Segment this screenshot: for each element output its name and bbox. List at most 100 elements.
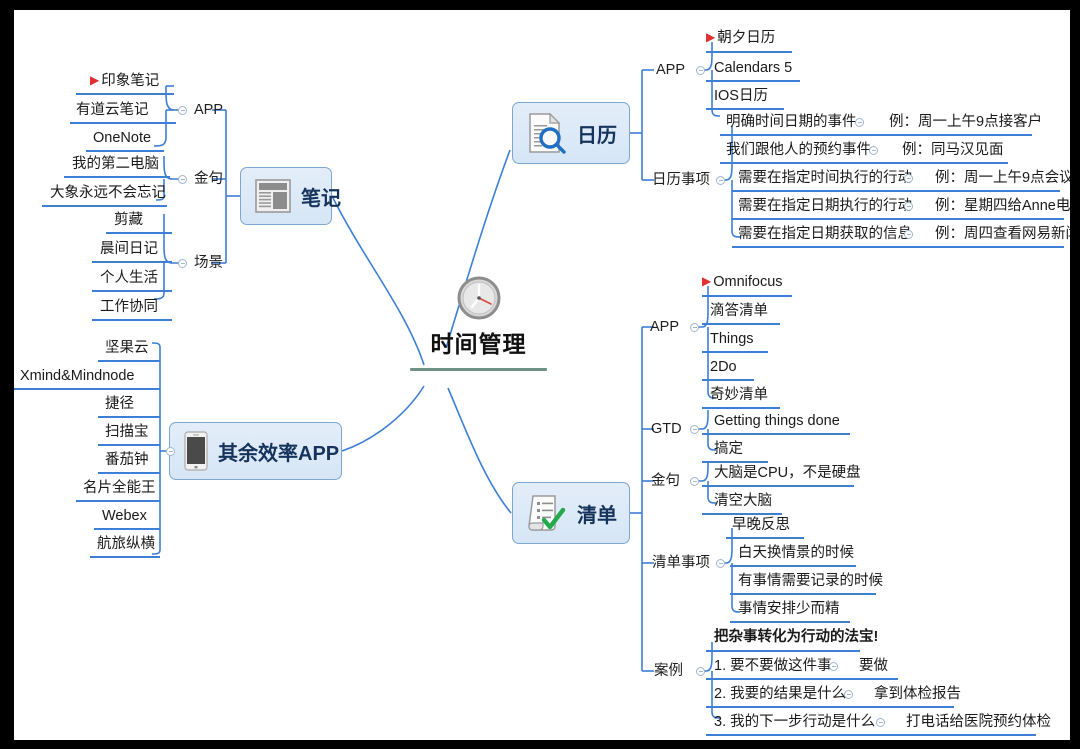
checklist-icon [528,495,566,531]
group-notes-scene: 场景 [194,255,223,271]
leaf-case-3: 3. 我的下一步行动是什么 [714,714,876,730]
toggle-case-1[interactable] [829,662,838,671]
note-layout-icon [255,179,291,213]
underline [702,379,754,381]
underline [106,232,172,234]
underline [720,134,1032,136]
leaf-cal-item-1: 明确时间日期的事件 [726,114,857,130]
toggle-notes-scene[interactable] [178,259,187,268]
underline [706,706,954,708]
underline [14,388,160,390]
toggle-list-cases[interactable] [696,667,705,676]
leaf-cal-item-4: 需要在指定日期执行的行动 [738,198,912,214]
underline [702,407,780,409]
toggle-other-apps[interactable] [166,447,175,456]
underline [702,295,792,297]
group-calendar-items: 日历事项 [652,172,710,188]
toggle-calendar-items[interactable] [716,176,725,185]
underline [86,150,164,152]
leaf-brain-cpu: 大脑是CPU，不是硬盘 [714,465,861,481]
toggle-notes-jinju[interactable] [178,175,187,184]
leaf-omnifocus: ▶ Omnifocus [702,274,783,290]
toggle-list-gtd[interactable] [690,425,699,434]
leaf-elephant: 大象永远不会忘记 [50,185,166,201]
toggle-cal-item-1[interactable] [855,118,864,127]
topic-list[interactable]: 清单 [512,482,630,544]
underline [98,472,160,474]
underline [42,205,167,207]
phone-icon [184,431,208,471]
toggle-case-3[interactable] [876,718,885,727]
detail-case-1: 要做 [859,658,888,674]
underline [76,93,174,95]
underline [732,246,1064,248]
leaf-morning-diary: 晨间日记 [100,241,158,257]
detail-cal-item-5: 例：周四查看网易新闻 [935,226,1070,242]
screenshot-frame: 时间管理 笔记 其余效率APP 日历 清单 APP ▶ 印象笔记 有道云笔记 O… [0,0,1080,749]
leaf-cal-item-3: 需要在指定时间执行的行动 [738,170,912,186]
leaf-record-needed: 有事情需要记录的时候 [738,573,883,589]
leaf-2do: 2Do [710,359,737,375]
central-topic[interactable]: 时间管理 [410,275,547,371]
detail-cal-item-4: 例：星期四给Anne电话 [935,198,1070,214]
underline [702,513,782,515]
leaf-onenote: OneNote [93,130,152,146]
toggle-list-jinju[interactable] [690,477,699,486]
underline [702,461,768,463]
underline [76,500,160,502]
toggle-list-app[interactable] [690,323,699,332]
leaf-xmind: Xmind&Mindnode [20,368,135,384]
topic-calendar-label: 日历 [577,124,617,147]
underline [732,190,1060,192]
leaf-case-2: 2. 我要的结果是什么 [714,686,847,702]
topic-calendar[interactable]: 日历 [512,102,630,164]
leaf-calendars5: Calendars 5 [714,60,793,76]
underline [730,565,856,567]
group-list-gtd: GTD [651,421,682,437]
underline [720,162,1008,164]
leaf-youdao: 有道云笔记 [76,102,149,118]
topic-other-apps[interactable]: 其余效率APP [169,422,342,480]
leaf-case-1: 1. 要不要做这件事 [714,658,832,674]
leaf-dida: 滴答清单 [710,303,768,319]
underline [92,319,172,321]
topic-notes[interactable]: 笔记 [240,167,341,225]
clock-icon [457,276,500,320]
underline [702,485,854,487]
document-search-icon [529,112,566,154]
group-list-jinju: 金句 [651,473,680,489]
underline [64,176,170,178]
leaf-webex: Webex [102,508,147,524]
underline [706,650,860,652]
toggle-notes-app[interactable] [178,106,187,115]
underline [732,218,1064,220]
leaf-gaoding: 搞定 [714,441,743,457]
leaf-scanbao: 扫描宝 [105,424,149,440]
toggle-cal-item-2[interactable] [869,146,878,155]
toggle-case-2[interactable] [844,690,853,699]
underline [92,290,172,292]
leaf-clear-brain: 清空大脑 [714,493,772,509]
group-notes-app: APP [194,102,224,118]
leaf-things: Things [710,331,754,347]
toggle-cal-item-5[interactable] [904,230,913,239]
leaf-work-collab: 工作协同 [100,299,158,315]
toggle-list-items[interactable] [716,559,725,568]
underline [98,416,160,418]
group-calendar-app: APP [656,62,686,78]
topic-list-label: 清单 [577,504,617,527]
underline [702,323,780,325]
mindmap-canvas[interactable]: 时间管理 笔记 其余效率APP 日历 清单 APP ▶ 印象笔记 有道云笔记 O… [14,10,1070,740]
toggle-calendar-app[interactable] [696,66,705,75]
flag-icon: ▶ [706,30,716,44]
group-list-cases: 案例 [654,663,683,679]
toggle-cal-item-3[interactable] [904,174,913,183]
leaf-jiejing: 捷径 [105,396,134,412]
group-list-items: 清单事项 [652,555,710,571]
leaf-hanglv: 航旅纵横 [97,536,155,552]
flag-icon: ▶ [90,73,100,87]
group-notes-jinju: 金句 [194,171,223,187]
underline [70,122,176,124]
toggle-cal-item-4[interactable] [904,202,913,211]
detail-cal-item-3: 例：周一上午9点会议 [935,170,1070,186]
